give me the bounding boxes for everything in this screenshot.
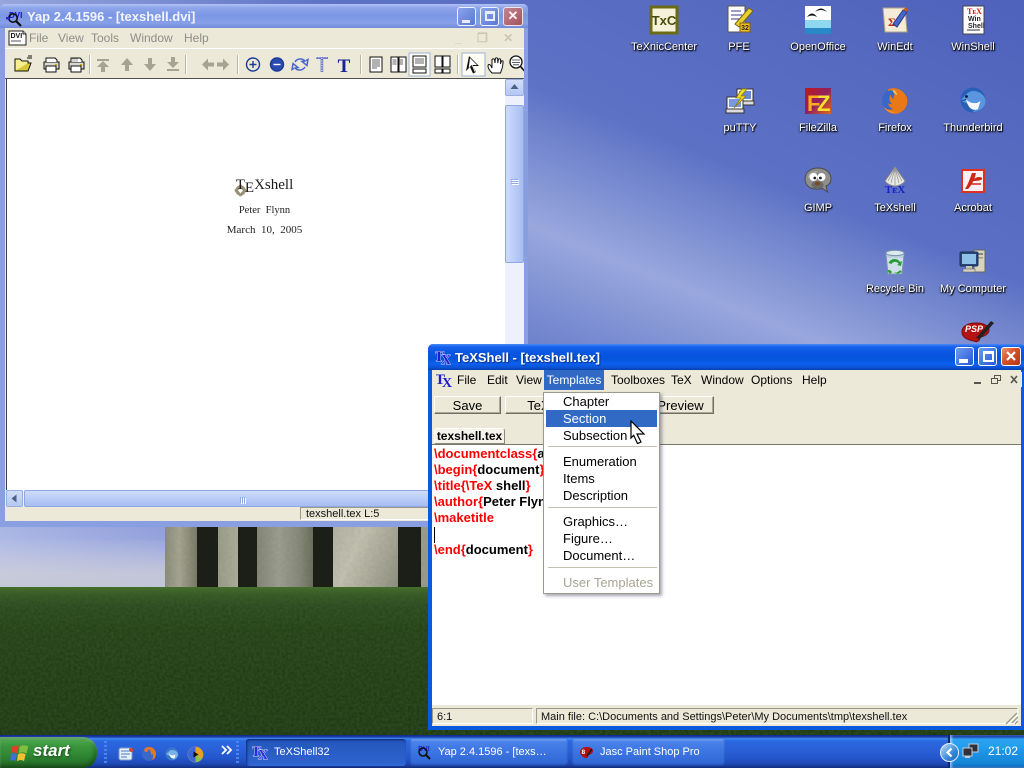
- svg-text:Z: Z: [817, 91, 830, 116]
- svg-text:TᴇX: TᴇX: [967, 7, 982, 16]
- svg-text:32: 32: [741, 25, 749, 32]
- svg-text:X: X: [442, 376, 452, 388]
- svg-text:X: X: [441, 353, 451, 365]
- svg-text:DVI: DVI: [11, 33, 23, 40]
- svg-text:PSP: PSP: [965, 324, 984, 334]
- svg-text:TxC: TxC: [652, 13, 677, 28]
- svg-text:TᴇX: TᴇX: [885, 184, 906, 196]
- svg-text:X: X: [258, 748, 268, 760]
- svg-text:Win: Win: [968, 16, 981, 23]
- svg-text:Shell: Shell: [968, 23, 985, 30]
- svg-text:T: T: [338, 56, 351, 77]
- svg-text:8: 8: [582, 749, 586, 756]
